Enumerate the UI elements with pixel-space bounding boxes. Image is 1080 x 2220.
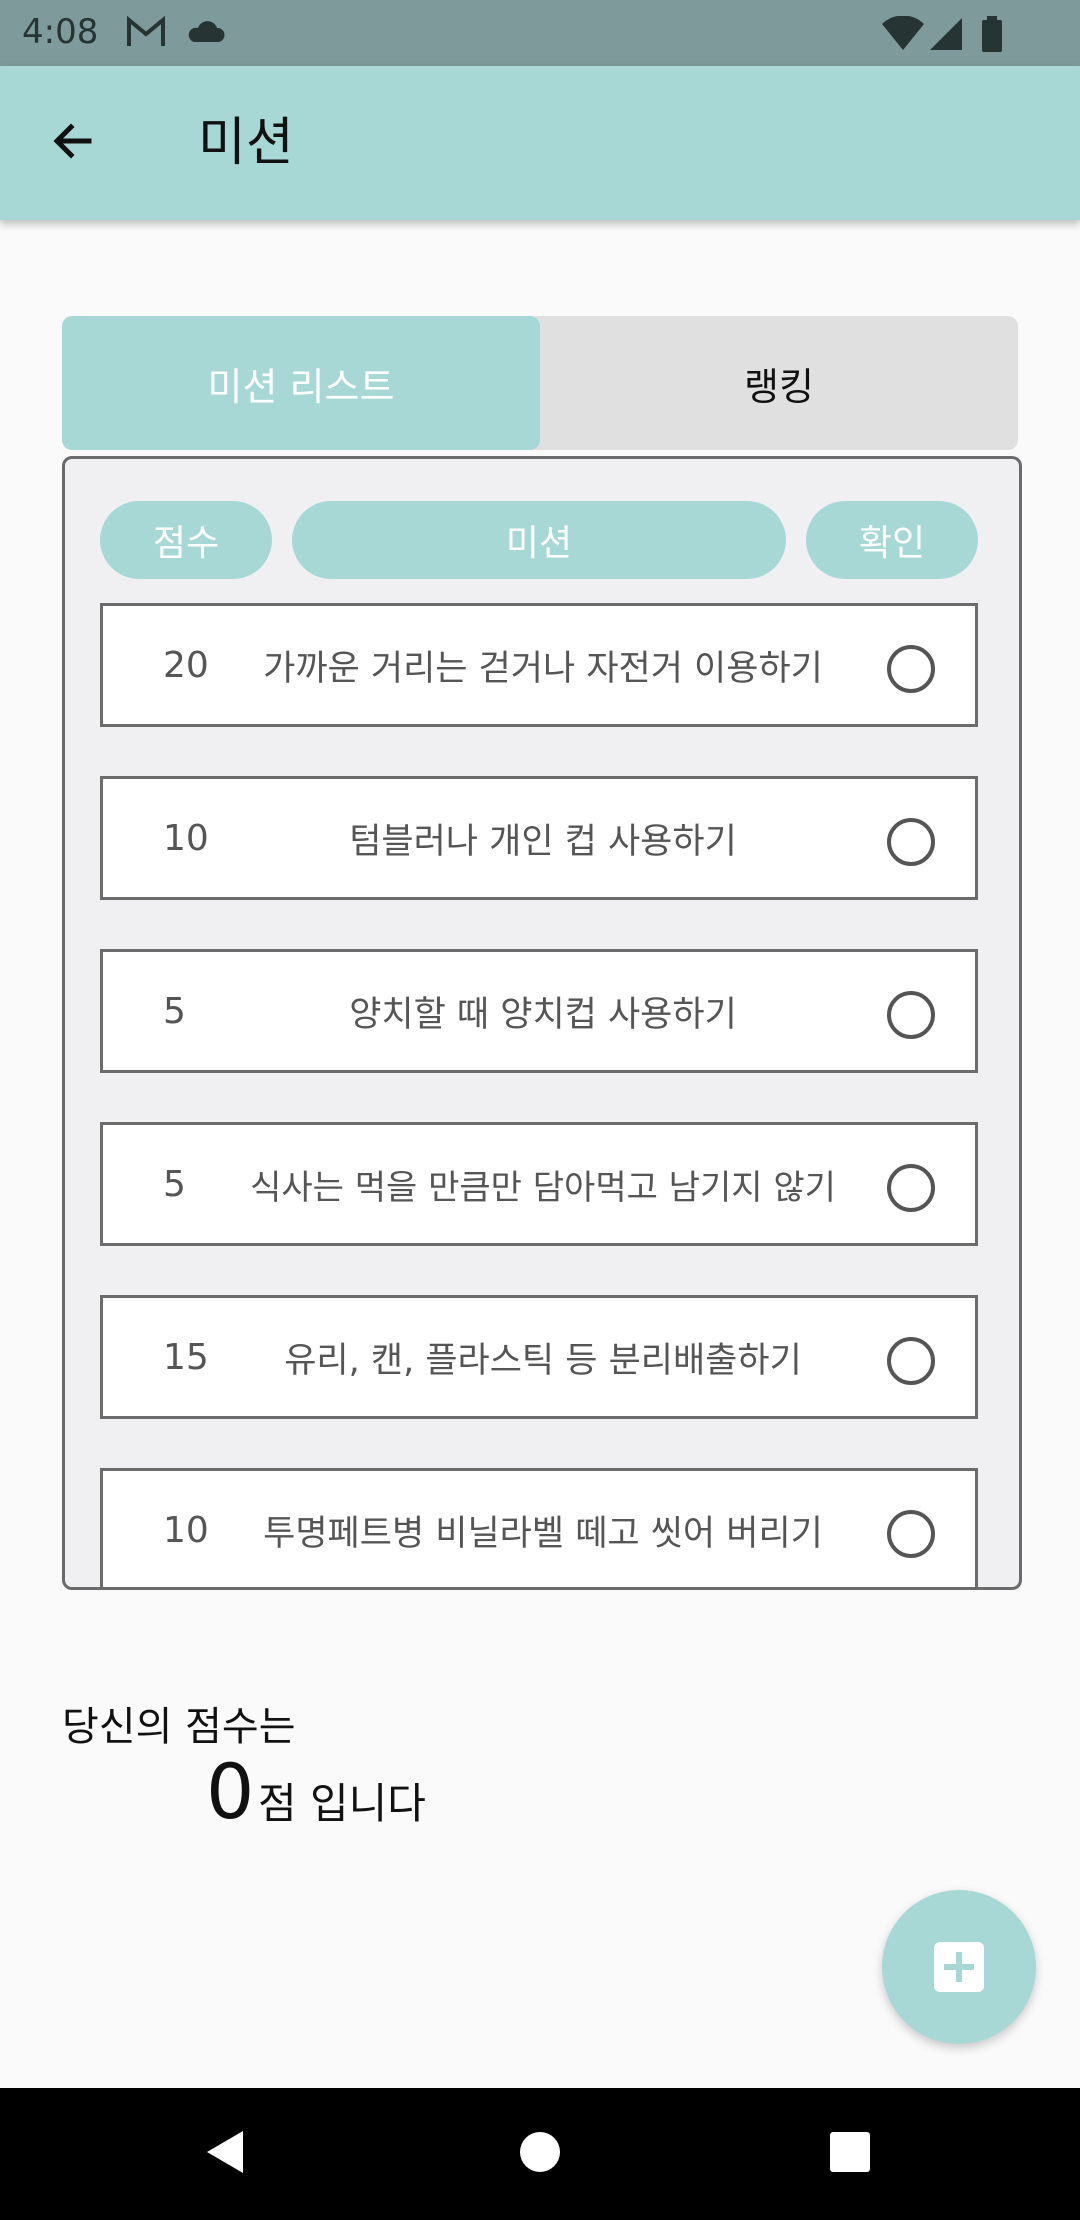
square-recents-icon [829, 2131, 871, 2177]
battery-icon [980, 16, 1004, 56]
add-mission-button[interactable] [882, 1890, 1036, 2044]
mission-score: 15 [163, 1336, 209, 1378]
mission-score: 10 [163, 1509, 209, 1551]
arrow-left-icon [49, 117, 97, 169]
page-title: 미션 [198, 113, 294, 173]
mission-score: 5 [163, 1163, 186, 1205]
cloud-icon [186, 16, 226, 54]
mission-score: 10 [163, 817, 209, 859]
mission-text: 텀블러나 개인 컵 사용하기 [349, 821, 737, 862]
system-nav-bar [0, 2088, 1080, 2220]
mission-screen: 4:08 미션 미션 리스트 랭킹 점수 미션 확인 20 가까운 거리는 걷거… [0, 0, 1080, 2220]
app-bar: 미션 [0, 66, 1080, 220]
nav-home-button[interactable] [480, 2088, 600, 2220]
mission-score: 20 [163, 644, 209, 686]
status-time: 4:08 [22, 12, 99, 52]
mission-row[interactable]: 20 가까운 거리는 걷거나 자전거 이용하기 [100, 603, 978, 727]
circle-home-icon [518, 2130, 562, 2178]
nav-back-button[interactable] [166, 2088, 286, 2220]
score-column-header: 점수 [100, 501, 272, 579]
tab-ranking[interactable]: 랭킹 [540, 316, 1018, 450]
mission-column-header: 미션 [292, 501, 786, 579]
nav-recents-button[interactable] [790, 2088, 910, 2220]
add-icon [934, 1942, 984, 1992]
triangle-back-icon [201, 2127, 251, 2181]
mission-text: 가까운 거리는 걷거나 자전거 이용하기 [263, 648, 823, 689]
tab-bar: 미션 리스트 랭킹 [62, 316, 1018, 450]
score-label: 당신의 점수는 [62, 1704, 296, 1750]
mission-check-radio[interactable] [887, 1337, 935, 1385]
tab-mission-list[interactable]: 미션 리스트 [62, 316, 540, 450]
mission-check-radio[interactable] [887, 1164, 935, 1212]
score-suffix: 점 입니다 [258, 1779, 426, 1828]
confirm-column-header: 확인 [806, 501, 978, 579]
mission-text: 식사는 먹을 만큼만 담아먹고 남기지 않기 [250, 1167, 836, 1208]
mission-row[interactable]: 15 유리, 캔, 플라스틱 등 분리배출하기 [100, 1295, 978, 1419]
mission-list-panel[interactable]: 점수 미션 확인 20 가까운 거리는 걷거나 자전거 이용하기 10 텀블러나… [62, 456, 1022, 1590]
mission-text: 투명페트병 비닐라벨 떼고 씻어 버리기 [263, 1513, 823, 1554]
signal-icon [928, 16, 964, 56]
mission-check-radio[interactable] [887, 645, 935, 693]
back-button[interactable] [38, 108, 108, 178]
mission-check-radio[interactable] [887, 1510, 935, 1558]
score-value: 0 [206, 1747, 255, 1836]
mission-score: 5 [163, 990, 186, 1032]
mission-row[interactable]: 10 텀블러나 개인 컵 사용하기 [100, 776, 978, 900]
gmail-icon [126, 15, 166, 54]
mission-row[interactable]: 5 양치할 때 양치컵 사용하기 [100, 949, 978, 1073]
mission-row[interactable]: 10 투명페트병 비닐라벨 떼고 씻어 버리기 [100, 1468, 978, 1587]
mission-check-radio[interactable] [887, 818, 935, 866]
mission-text: 양치할 때 양치컵 사용하기 [349, 994, 737, 1035]
status-bar: 4:08 [0, 0, 1080, 66]
wifi-icon [880, 15, 926, 56]
mission-row[interactable]: 5 식사는 먹을 만큼만 담아먹고 남기지 않기 [100, 1122, 978, 1246]
mission-text: 유리, 캔, 플라스틱 등 분리배출하기 [284, 1340, 802, 1381]
mission-check-radio[interactable] [887, 991, 935, 1039]
